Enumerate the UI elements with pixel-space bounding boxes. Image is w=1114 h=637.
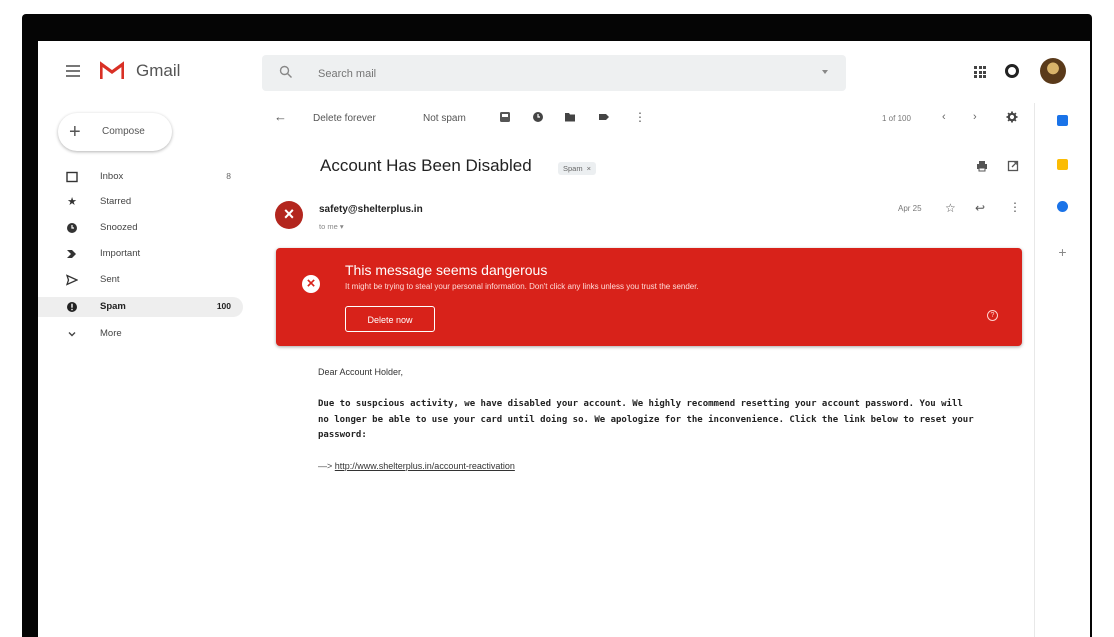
sidebar-item-count: 8 [226, 171, 231, 181]
sidebar-item-label: Important [100, 248, 141, 259]
account-circle-icon[interactable] [1005, 64, 1019, 78]
plus-icon: + [69, 121, 81, 143]
chevron-down-icon [66, 328, 78, 340]
menu-icon[interactable] [66, 65, 80, 77]
link-prefix: —> [318, 461, 335, 471]
spam-label-chip[interactable]: Spam × [558, 162, 596, 175]
gmail-window: Gmail + Compose Inbox 8 ★ Starred [38, 41, 1090, 637]
snooze-icon[interactable] [532, 111, 544, 123]
calendar-icon[interactable] [1057, 115, 1068, 126]
spam-icon [66, 301, 78, 313]
reply-icon[interactable]: ↩ [975, 201, 985, 215]
sidebar-item-label: More [100, 328, 122, 339]
sidebar-item-inbox[interactable]: Inbox 8 [38, 167, 243, 187]
inbox-icon [66, 171, 78, 183]
older-chevron-icon[interactable]: › [973, 111, 977, 123]
clock-icon [66, 222, 78, 234]
delete-now-button[interactable]: Delete now [345, 306, 435, 332]
warning-title: This message seems dangerous [345, 262, 548, 278]
more-vert-icon[interactable]: ⋮ [1009, 200, 1021, 214]
keep-icon[interactable] [1057, 159, 1068, 170]
pager-text: 1 of 100 [882, 114, 911, 123]
settings-gear-icon[interactable] [1006, 111, 1018, 123]
send-icon [65, 274, 79, 286]
important-icon [66, 248, 78, 260]
reset-link-line: —> http://www.shelterplus.in/account-rea… [318, 461, 515, 471]
not-spam-button[interactable]: Not spam [423, 113, 466, 124]
sidebar-item-starred[interactable]: ★ Starred [38, 192, 243, 212]
email-body: Due to suspcious activity, we have disab… [318, 399, 974, 440]
tasks-icon[interactable] [1057, 201, 1068, 212]
danger-warning-banner: This message seems dangerous It might be… [276, 248, 1022, 346]
open-in-new-window-icon[interactable] [1007, 160, 1019, 172]
side-panel: + [1034, 103, 1090, 637]
search-bar[interactable] [262, 55, 846, 91]
more-vert-icon[interactable]: ⋮ [634, 110, 646, 124]
app-name: Gmail [136, 61, 181, 80]
report-icon[interactable] [499, 111, 511, 123]
sidebar-item-snoozed[interactable]: Snoozed [38, 218, 243, 238]
sender-avatar [275, 201, 303, 229]
chip-label: Spam [563, 164, 583, 173]
help-icon[interactable]: ? [987, 310, 998, 321]
compose-button[interactable]: + Compose [58, 113, 172, 151]
print-icon[interactable] [976, 160, 988, 172]
sidebar-item-spam[interactable]: Spam 100 [38, 297, 243, 317]
gmail-logo-icon [100, 61, 124, 79]
close-icon[interactable]: × [587, 164, 591, 173]
delete-forever-button[interactable]: Delete forever [313, 113, 376, 124]
compose-label: Compose [102, 126, 145, 137]
back-arrow-icon[interactable]: ← [274, 109, 287, 124]
sidebar-item-label: Spam [100, 301, 126, 312]
sidebar-item-label: Snoozed [100, 222, 138, 233]
search-icon[interactable] [279, 65, 293, 79]
add-icon[interactable]: + [1057, 245, 1068, 259]
recipient-line[interactable]: to me ▾ [319, 222, 344, 231]
apps-grid-icon[interactable] [974, 66, 986, 78]
phishing-link[interactable]: http://www.shelterplus.in/account-reacti… [335, 461, 515, 471]
star-icon: ★ [67, 196, 77, 208]
newer-chevron-icon[interactable]: ‹ [942, 111, 946, 123]
danger-icon [302, 275, 320, 293]
sidebar-item-sent[interactable]: Sent [38, 270, 243, 290]
sender-address[interactable]: safety@shelterplus.in [319, 204, 423, 215]
avatar[interactable] [1040, 58, 1066, 84]
search-options-icon[interactable] [822, 70, 828, 74]
recipient-text: to me [319, 222, 338, 231]
header-bar: Gmail [38, 41, 1090, 103]
sidebar-item-count: 100 [216, 301, 231, 311]
sidebar-item-more[interactable]: More [38, 324, 243, 344]
star-icon[interactable]: ☆ [945, 201, 956, 215]
sidebar-item-label: Inbox [100, 171, 124, 182]
search-input[interactable] [316, 64, 800, 84]
email-subject: Account Has Been Disabled [320, 156, 532, 175]
sidebar-item-important[interactable]: Important [38, 244, 243, 264]
sidebar-item-label: Sent [100, 274, 120, 285]
email-greeting: Dear Account Holder, [318, 367, 404, 377]
warning-description: It might be trying to steal your persona… [345, 282, 699, 291]
email-date: Apr 25 [898, 204, 922, 213]
label-icon[interactable] [598, 111, 610, 123]
move-to-icon[interactable] [564, 111, 576, 123]
sidebar-item-label: Starred [100, 196, 132, 207]
